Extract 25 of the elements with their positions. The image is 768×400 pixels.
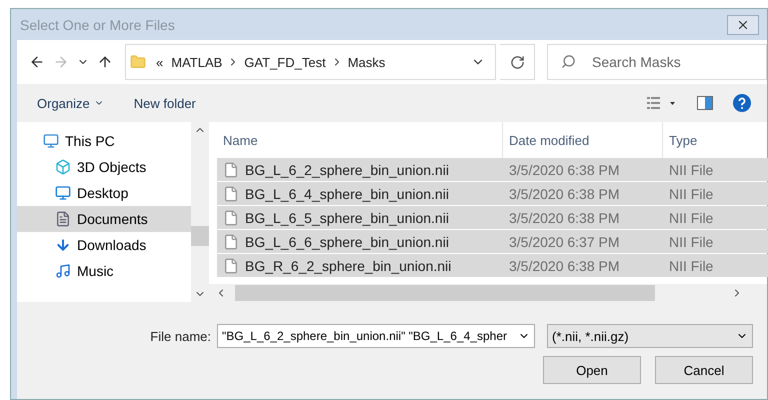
file-row[interactable]: BG_L_6_2_sphere_bin_union.nii 3/5/2020 6:38 PM NII File: [217, 158, 768, 181]
window-title: Select One or More Files: [20, 16, 175, 32]
file-row[interactable]: BG_R_6_2_sphere_bin_union.nii 3/5/2020 6:38 PM NII File: [217, 254, 768, 277]
file-row[interactable]: BG_L_6_4_sphere_bin_union.nii 3/5/2020 6:38 PM NII File: [217, 182, 768, 205]
file-name-label: File name:: [150, 328, 211, 344]
file-type-dropdown[interactable]: (*.nii, *.nii.gz): [547, 324, 753, 348]
breadcrumb-overflow[interactable]: «: [156, 54, 164, 70]
breadcrumb[interactable]: GAT_FD_Test: [244, 54, 326, 70]
sidebar-item[interactable]: 3D Objects: [17, 154, 191, 180]
file-row[interactable]: BG_L_6_5_sphere_bin_union.nii 3/5/2020 6:38 PM NII File: [217, 206, 768, 229]
breadcrumb[interactable]: Masks: [348, 54, 386, 70]
breadcrumb[interactable]: MATLAB: [171, 54, 222, 70]
file-row[interactable]: BG_L_6_6_sphere_bin_union.nii 3/5/2020 6:37 PM NII File: [217, 230, 768, 253]
sidebar-item[interactable]: Documents: [17, 206, 191, 232]
dialog-button[interactable]: Open: [543, 356, 641, 384]
sidebar-item[interactable]: Downloads: [17, 232, 191, 258]
address-bar[interactable]: « MATLAB GAT_FD_Test Masks: [125, 44, 496, 80]
sidebar-item[interactable]: Music: [17, 258, 191, 284]
organize-button[interactable]: Organize: [37, 96, 104, 110]
dialog-button[interactable]: Cancel: [655, 356, 753, 384]
file-name-field[interactable]: "BG_L_6_2_sphere_bin_union.nii" "BG_L_6_4_spher: [217, 324, 535, 348]
new-folder-button[interactable]: New folder: [134, 96, 196, 110]
sidebar-item[interactable]: Desktop: [17, 180, 191, 206]
sidebar-item[interactable]: This PC: [17, 128, 191, 154]
search-field[interactable]: Search Masks: [547, 44, 767, 80]
